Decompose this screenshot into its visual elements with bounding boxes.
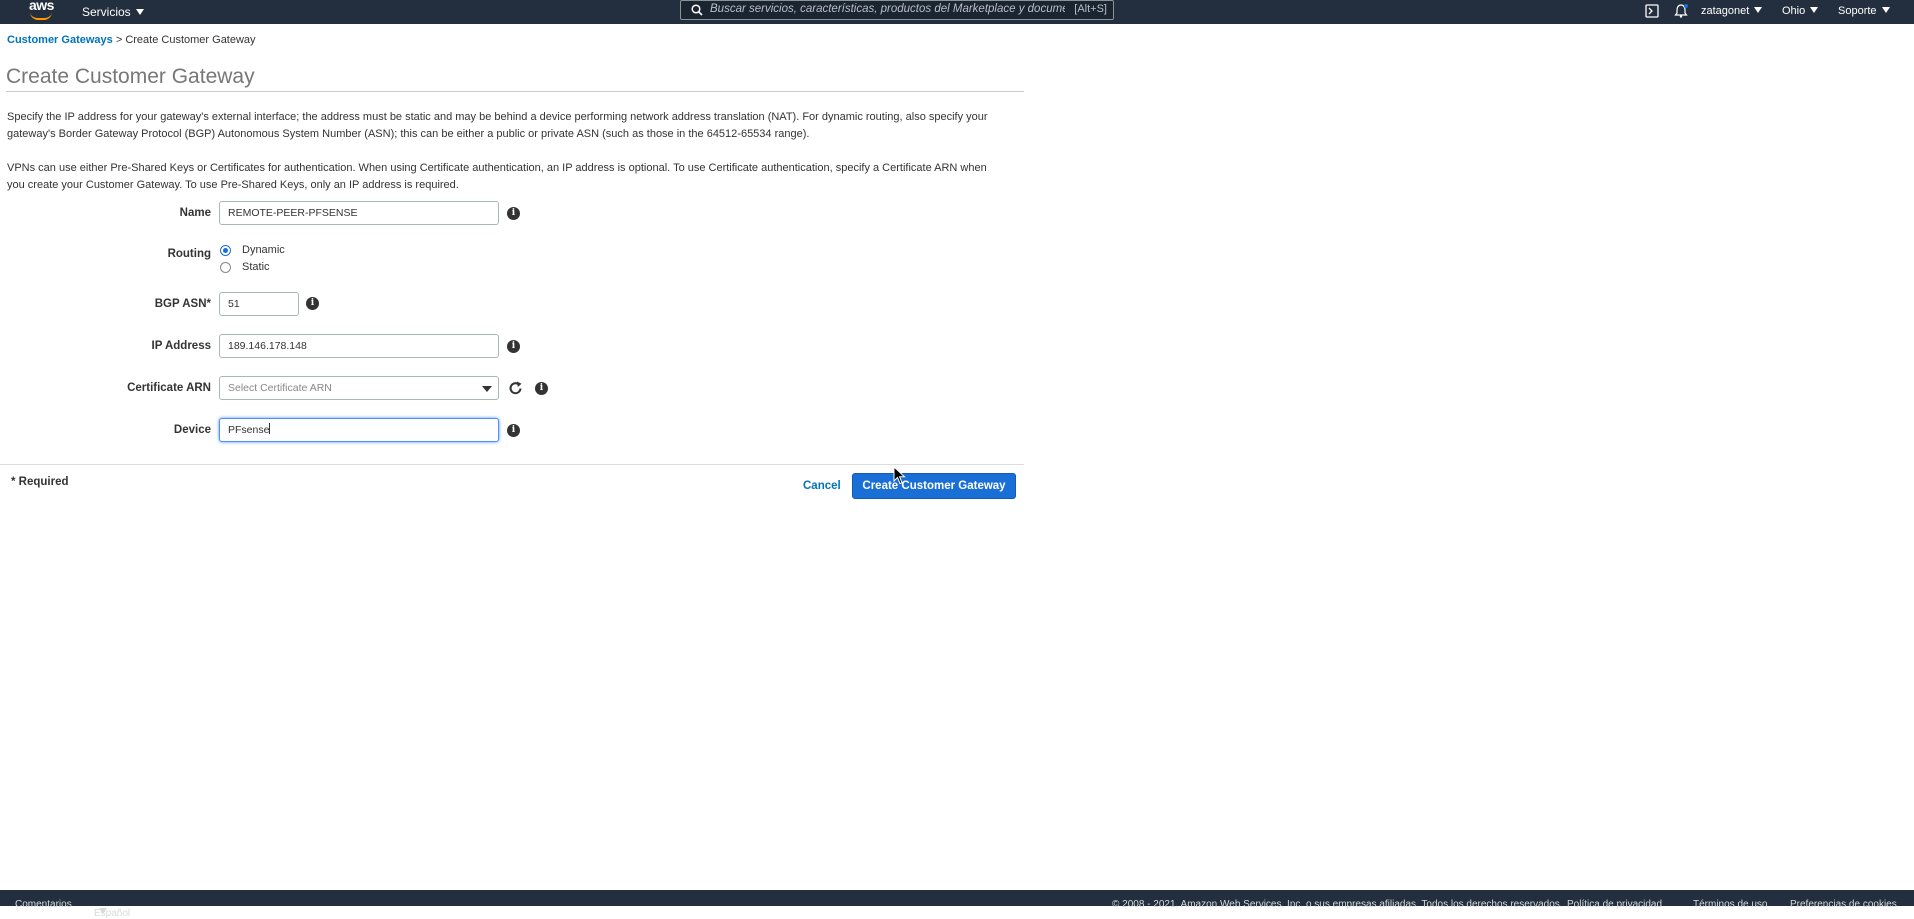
bgp-asn-info-icon[interactable]: i [306, 297, 319, 310]
account-name: zatagonet [1701, 5, 1750, 17]
certificate-arn-placeholder: Select Certificate ARN [228, 382, 332, 394]
certificate-arn-label: Certificate ARN [127, 382, 211, 394]
breadcrumb: Customer Gateways > Create Customer Gate… [7, 34, 256, 46]
routing-dynamic-label: Dynamic [242, 244, 285, 256]
page-title: Create Customer Gateway [6, 65, 255, 88]
footer-copyright: © 2008 - 2021, Amazon Web Services, Inc.… [1112, 899, 1563, 910]
search-shortcut: [Alt+S] [1074, 3, 1107, 15]
actions-divider [0, 464, 1024, 465]
name-field[interactable]: REMOTE-PEER-PFSENSE [219, 201, 499, 225]
footer-privacy-link[interactable]: Política de privacidad [1567, 899, 1662, 910]
breadcrumb-customer-gateways-link[interactable]: Customer Gateways [7, 34, 113, 46]
refresh-icon[interactable] [508, 381, 523, 396]
routing-dynamic-radio[interactable] [220, 245, 231, 256]
support-menu[interactable]: Soporte [1838, 5, 1890, 17]
certificate-arn-select[interactable]: Select Certificate ARN [219, 376, 499, 400]
ip-address-info-icon[interactable]: i [507, 340, 520, 353]
chevron-down-icon [482, 386, 492, 392]
required-note: * Required [11, 476, 69, 488]
routing-label: Routing [167, 248, 211, 260]
mouse-pointer-icon [893, 466, 906, 485]
certificate-arn-info-icon[interactable]: i [535, 382, 548, 395]
bgp-asn-field[interactable]: 51 [219, 292, 299, 316]
device-value: PFsense [228, 424, 270, 436]
bgp-asn-label: BGP ASN* [154, 298, 211, 310]
ip-address-label: IP Address [151, 340, 211, 352]
text-cursor [269, 423, 271, 434]
footer-cookies-link[interactable]: Preferencias de cookies [1790, 899, 1897, 910]
name-label: Name [179, 207, 211, 219]
routing-static-radio[interactable] [220, 262, 231, 273]
search-input[interactable]: Buscar servicios, características, produ… [680, 0, 1114, 20]
chevron-down-icon [135, 9, 144, 15]
account-menu[interactable]: zatagonet [1701, 5, 1763, 17]
cancel-button[interactable]: Cancel [803, 480, 841, 492]
footer-terms-link[interactable]: Términos de uso [1693, 899, 1767, 910]
device-info-icon[interactable]: i [507, 424, 520, 437]
device-label: Device [173, 424, 211, 436]
ip-address-field[interactable]: 189.146.178.148 [219, 334, 499, 358]
chevron-down-icon [1881, 7, 1890, 13]
services-menu-label: Servicios [82, 5, 131, 19]
top-navigation-bar: aws Servicios Buscar servicios, caracter… [0, 0, 1914, 24]
name-info-icon[interactable]: i [507, 207, 520, 220]
description-vpn-auth: VPNs can use either Pre-Shared Keys or C… [7, 162, 987, 191]
routing-static-label: Static [242, 261, 270, 273]
region-name: Ohio [1782, 5, 1806, 17]
notifications-bell-icon[interactable] [1673, 3, 1689, 19]
services-menu[interactable]: Servicios [82, 5, 144, 19]
search-placeholder: Buscar servicios, características, produ… [710, 3, 1065, 15]
footer-bar: Comentarios Español © 2008 - 2021, Amazo… [0, 890, 1914, 919]
support-label: Soporte [1838, 5, 1877, 17]
create-customer-gateway-button[interactable]: Create Customer Gateway [852, 473, 1016, 499]
device-field[interactable]: PFsense [219, 418, 499, 442]
region-menu[interactable]: Ohio [1782, 5, 1819, 17]
title-divider [6, 91, 1024, 92]
description-ip: Specify the IP address for your gateway'… [7, 111, 988, 140]
cloudshell-icon[interactable] [1645, 4, 1659, 18]
breadcrumb-separator: > [115, 34, 123, 46]
aws-logo-smile [30, 12, 52, 20]
aws-logo[interactable]: aws [27, 0, 57, 24]
footer-feedback-link[interactable]: Comentarios [15, 899, 72, 910]
search-icon [691, 4, 703, 16]
chevron-down-icon [99, 908, 107, 914]
chevron-down-icon [1754, 7, 1763, 13]
breadcrumb-current: Create Customer Gateway [125, 34, 256, 46]
chevron-down-icon [1810, 7, 1819, 13]
